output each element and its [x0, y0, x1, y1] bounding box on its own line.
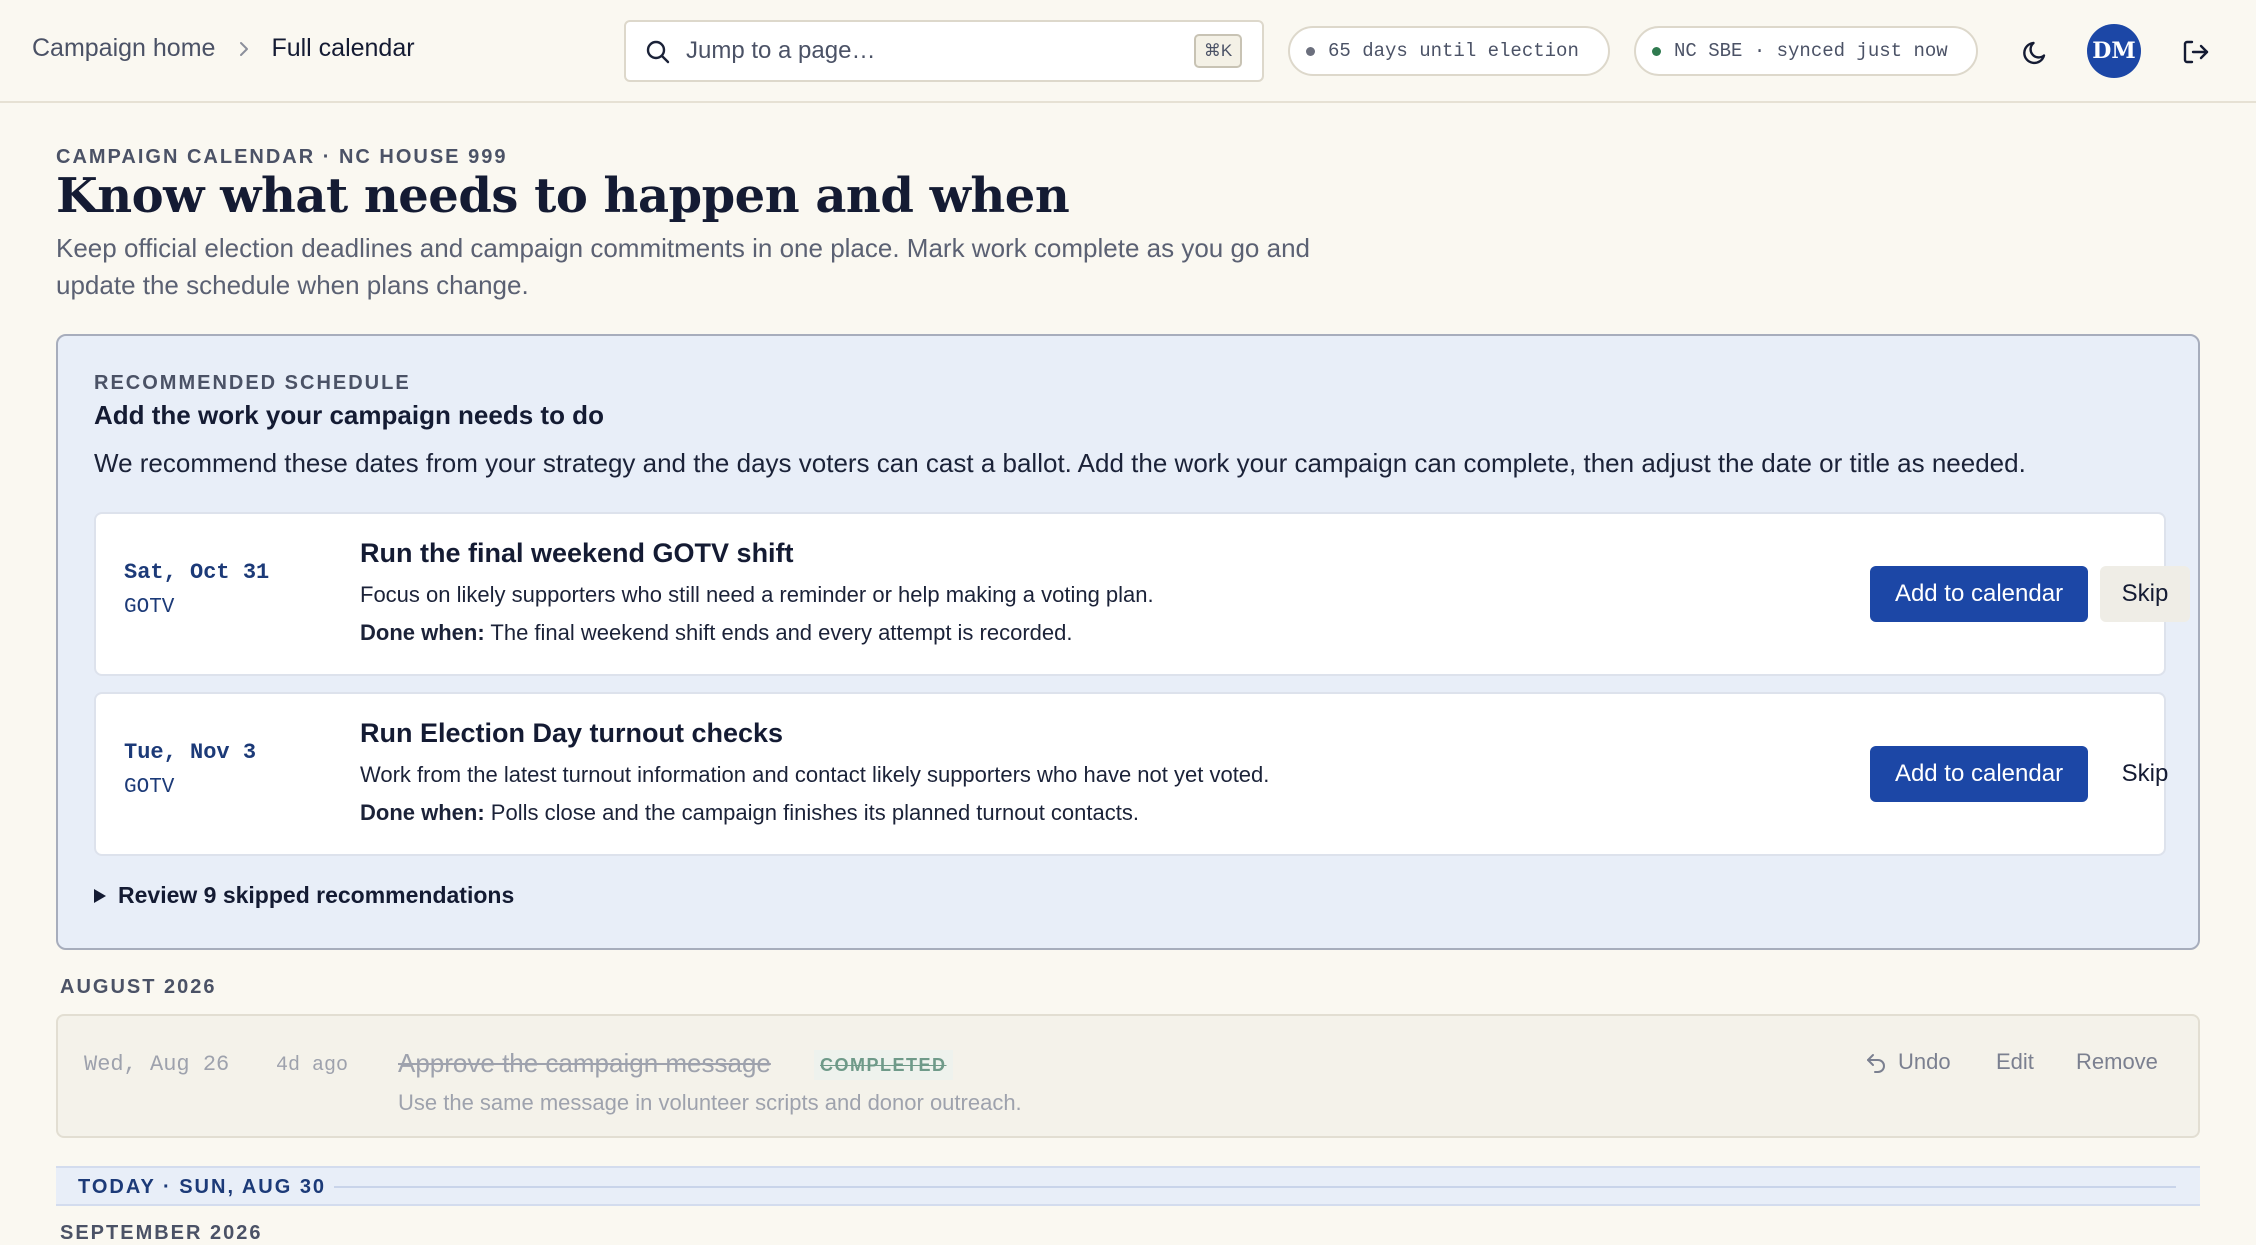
top-bar: Campaign home Full calendar ⌘K 65 days u… [0, 0, 2256, 103]
recommendation-category: GOTV [124, 596, 175, 619]
event-description: Use the same message in volunteer script… [398, 1090, 1022, 1115]
event-title: Approve the campaign message [398, 1048, 771, 1078]
event-relative-time: 4d ago [276, 1054, 349, 1077]
add-to-calendar-button[interactable]: Add to calendar [1870, 746, 2088, 802]
theme-toggle-button[interactable] [2018, 34, 2054, 70]
recommended-description: We recommend these dates from your strat… [94, 448, 2026, 478]
edit-button[interactable]: Edit [1996, 1042, 2034, 1082]
recommendation-description: Focus on likely supporters who still nee… [360, 582, 1154, 607]
recommendation-date: Tue, Nov 3 [124, 740, 257, 765]
status-badge: COMPLETED [814, 1050, 953, 1080]
chevron-right-icon [237, 39, 251, 59]
done-when-label: Done when: [360, 620, 485, 645]
today-marker: TODAY · SUN, AUG 30 [56, 1166, 2200, 1206]
status-dot [1306, 46, 1315, 56]
search-input[interactable] [686, 22, 1166, 80]
calendar-event-completed: Wed, Aug 26 4d ago Approve the campaign … [56, 1014, 2200, 1138]
recommendation-category: GOTV [124, 776, 175, 799]
recommendation-title: Run the final weekend GOTV shift [360, 538, 794, 568]
skip-button[interactable]: Skip [2100, 566, 2190, 622]
breadcrumb-current: Full calendar [271, 34, 415, 62]
election-countdown-text: 65 days until election [1328, 40, 1579, 62]
today-divider [334, 1186, 2176, 1188]
disclosure-triangle-icon [94, 888, 106, 903]
search-icon [646, 40, 670, 64]
sync-status-text: NC SBE · synced just now [1674, 40, 1948, 62]
page-search[interactable]: ⌘K [624, 20, 1264, 82]
remove-button[interactable]: Remove [2076, 1042, 2158, 1082]
recommendation-card: Tue, Nov 3 GOTV Run Election Day turnout… [94, 692, 2168, 856]
page-eyebrow: CAMPAIGN CALENDAR · NC HOUSE 999 [56, 146, 508, 168]
recommendation-done-when: Done when: Polls close and the campaign … [360, 800, 1139, 826]
logout-icon [2183, 40, 2209, 64]
breadcrumb-home-link[interactable]: Campaign home [32, 34, 215, 63]
skip-button[interactable]: Skip [2100, 746, 2190, 802]
done-when-label: Done when: [360, 800, 485, 825]
breadcrumb: Campaign home Full calendar [32, 34, 415, 63]
avatar[interactable]: DM [2087, 24, 2141, 78]
recommended-schedule-panel: RECOMMENDED SCHEDULE Add the work your c… [56, 334, 2200, 950]
month-heading: AUGUST 2026 [60, 976, 217, 998]
today-label: TODAY · SUN, AUG 30 [78, 1176, 327, 1198]
recommended-eyebrow: RECOMMENDED SCHEDULE [94, 372, 411, 394]
page-title: Know what needs to happen and when [56, 168, 1070, 224]
sync-status-badge: NC SBE · synced just now [1634, 26, 1978, 76]
review-skipped-label: Review 9 skipped recommendations [118, 882, 515, 908]
undo-icon [1867, 1054, 1885, 1073]
done-when-text: Polls close and the campaign finishes it… [490, 800, 1139, 825]
add-to-calendar-button[interactable]: Add to calendar [1870, 566, 2088, 622]
election-countdown-badge: 65 days until election [1288, 26, 1610, 76]
recommendation-card: Sat, Oct 31 GOTV Run the final weekend G… [94, 512, 2190, 676]
done-when-text: The final weekend shift ends and every a… [490, 620, 1073, 645]
recommendation-title: Run Election Day turnout checks [360, 718, 784, 748]
sync-status-dot [1652, 46, 1661, 56]
event-date: Wed, Aug 26 [84, 1052, 230, 1077]
review-skipped-toggle[interactable]: Review 9 skipped recommendations [94, 882, 514, 909]
undo-button[interactable]: Undo [1864, 1042, 1951, 1082]
undo-label: Undo [1898, 1049, 1951, 1074]
page-intro: Keep official election deadlines and cam… [56, 233, 1310, 300]
recommendation-description: Work from the latest turnout information… [360, 762, 1270, 787]
recommendation-date: Sat, Oct 31 [124, 560, 270, 585]
keyboard-shortcut-badge: ⌘K [1194, 34, 1242, 68]
logout-button[interactable] [2178, 34, 2214, 70]
recommendation-done-when: Done when: The final weekend shift ends … [360, 620, 1073, 646]
moon-icon [2023, 41, 2046, 65]
recommended-title: Add the work your campaign needs to do [94, 400, 604, 430]
month-heading: SEPTEMBER 2026 [60, 1222, 263, 1244]
